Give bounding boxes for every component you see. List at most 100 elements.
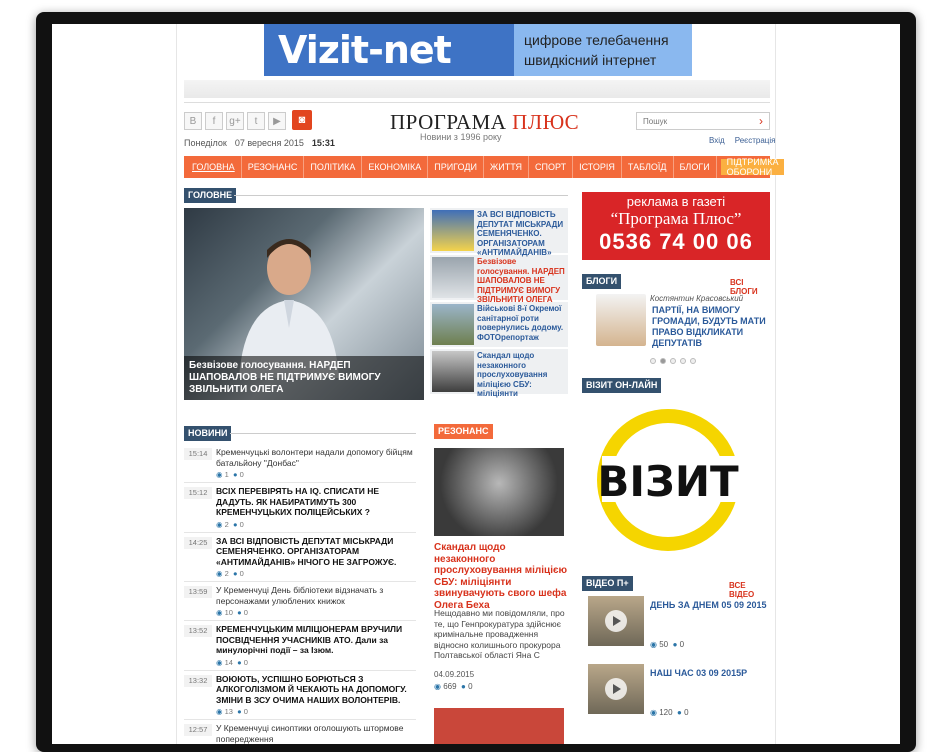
nav-tabloid[interactable]: ТАБЛОЇД [622, 156, 674, 178]
news-item[interactable]: 14:25 ЗА ВСІ ВІДПОВІСТЬ ДЕПУТАТ МІСЬКРАД… [184, 533, 416, 582]
slider-dot[interactable] [650, 358, 656, 364]
comments-icon: ● [232, 519, 238, 529]
section-label-news[interactable]: НОВИНИ [184, 426, 232, 441]
nav-resonance[interactable]: РЕЗОНАНС [242, 156, 305, 178]
side-story-title: Скандал щодо незаконного прослуховування… [477, 351, 548, 398]
newspaper-ad[interactable]: реклама в газеті “Програма Плюс” 0536 74… [582, 192, 770, 260]
news-item[interactable]: 13:52 КРЕМЕНЧУЦЬКИМ МІЛІЦІОНЕРАМ ВРУЧИЛИ… [184, 621, 416, 671]
video-meta: ◉ 50 ● 0 [650, 640, 684, 649]
section-divider [230, 433, 416, 434]
video-item[interactable]: НАШ ЧАС 03 09 2015Р ◉ 120 ● 0 [582, 664, 770, 720]
news-item[interactable]: 13:32 ВОЮЮТЬ, УСПІШНО БОРЮТЬСЯ З АЛКОГОЛ… [184, 671, 416, 720]
news-views: 2 [224, 569, 229, 578]
vk-icon[interactable]: В [184, 112, 202, 130]
current-date: 07 вересня 2015 [234, 138, 304, 148]
blog-author: Костянтин Красовський [650, 294, 744, 303]
section-label-vizit[interactable]: ВІЗИТ ОН-ЛАЙН [582, 378, 662, 393]
views-icon: ◉ [216, 657, 223, 667]
banner-line1: цифрове телебачення [524, 32, 669, 48]
twitter-icon[interactable]: t [247, 112, 265, 130]
facebook-icon[interactable]: f [205, 112, 223, 130]
slider-dot[interactable] [660, 358, 666, 364]
views-icon: ◉ [216, 519, 223, 529]
nav-defense-support[interactable]: ПІДТРИМКА ОБОРОНИ [720, 157, 785, 177]
comments-icon: ● [461, 682, 466, 691]
news-title[interactable]: КРЕМЕНЧУЦЬКИМ МІЛІЦІОНЕРАМ ВРУЧИЛИ ПОСВІ… [216, 624, 416, 656]
register-link[interactable]: Реєстрація [735, 136, 776, 145]
news-views: 14 [224, 657, 233, 667]
news-meta: ◉ 13 ● 0 [216, 707, 416, 716]
nav-sport[interactable]: СПОРТ [529, 156, 574, 178]
hero-story[interactable]: Безвізове голосування. НАРДЕП ШАПОВАЛОВ … [184, 208, 424, 400]
slider-dot[interactable] [680, 358, 686, 364]
news-views: 13 [224, 707, 233, 716]
news-title[interactable]: ВСІХ ПЕРЕВІРЯТЬ НА IQ. СПИСАТИ НЕ ДАДУТЬ… [216, 486, 416, 518]
nav-home[interactable]: ГОЛОВНА [186, 156, 242, 178]
top-banner-ad[interactable]: Vizit-net цифрове телебачення швидкісний… [264, 24, 692, 76]
vizit-player[interactable]: ВІЗИТ [582, 400, 770, 560]
search-submit-icon[interactable]: › [753, 113, 769, 129]
rss-icon[interactable]: ◙ [292, 110, 312, 130]
youtube-icon[interactable]: ▶ [268, 112, 286, 130]
ad-line2: “Програма Плюс” [610, 209, 742, 228]
nav-incidents[interactable]: ПРИГОДИ [428, 156, 484, 178]
play-icon[interactable] [605, 610, 627, 632]
side-story[interactable]: Скандал щодо незаконного прослуховування… [430, 349, 568, 398]
login-link[interactable]: Вхід [709, 136, 725, 145]
video-title[interactable]: НАШ ЧАС 03 09 2015Р [650, 668, 747, 678]
side-story-title: ЗА ВСІ ВІДПОВІСТЬ ДЕПУТАТ МІСЬКРАДИ СЕМЕ… [477, 210, 564, 257]
search-box: › [636, 112, 770, 130]
news-item[interactable]: 13:59 У Кременчуці День бібліотеки відзн… [184, 582, 416, 621]
news-item[interactable]: 15:14 Кременчуцькі волонтери надали допо… [184, 444, 416, 483]
news-title[interactable]: У Кременчуці День бібліотеки відзначать … [216, 585, 416, 606]
section-label-main[interactable]: ГОЛОВНЕ [184, 188, 237, 203]
resonance-title[interactable]: Скандал щодо незаконного прослуховування… [434, 542, 568, 611]
views-icon: ◉ [650, 708, 657, 717]
side-story-title: Військові 8-ї Окремої санітарної роти по… [477, 304, 564, 342]
banner-slogan: цифрове телебачення швидкісний інтернет [514, 24, 692, 76]
slider-dot[interactable] [670, 358, 676, 364]
nav-economy[interactable]: ЕКОНОМІКА [362, 156, 429, 178]
blog-title[interactable]: ПАРТІЇ, НА ВИМОГУ ГРОМАДИ, БУДУТЬ МАТИ П… [652, 305, 768, 349]
side-story[interactable]: Військові 8-ї Окремої санітарної роти по… [430, 302, 568, 347]
section-label-blogs[interactable]: БЛОГИ [582, 274, 622, 289]
news-title[interactable]: ЗА ВСІ ВІДПОВІСТЬ ДЕПУТАТ МІСЬКРАДИ СЕМЕ… [216, 536, 416, 568]
news-comments: 0 [243, 657, 248, 667]
section-label-video[interactable]: ВІДЕО П+ [582, 576, 633, 591]
video-meta: ◉ 120 ● 0 [650, 708, 689, 717]
gray-band [184, 80, 770, 98]
video-item[interactable]: ДЕНЬ ЗА ДНЕМ 05 09 2015 ◉ 50 ● 0 [582, 596, 770, 652]
comments-icon: ● [677, 708, 682, 717]
ad-line1: реклама в газеті [626, 194, 726, 209]
news-title[interactable]: У Кременчуці синоптики оголошують штормо… [216, 723, 416, 744]
video-title[interactable]: ДЕНЬ ЗА ДНЕМ 05 09 2015 [650, 600, 766, 610]
comments-icon: ● [672, 640, 678, 649]
side-stories: ЗА ВСІ ВІДПОВІСТЬ ДЕПУТАТ МІСЬКРАДИ СЕМЕ… [430, 208, 568, 398]
video-comments: 0 [679, 640, 685, 649]
slider-dot[interactable] [690, 358, 696, 364]
banner-logo: Vizit-net [278, 28, 452, 72]
browser-viewport: Vizit-net цифрове телебачення швидкісний… [52, 24, 900, 744]
blog-author-avatar[interactable] [596, 294, 646, 346]
news-time: 13:32 [184, 674, 212, 687]
nav-blogs[interactable]: БЛОГИ [674, 156, 717, 178]
google-plus-icon[interactable]: g+ [226, 112, 244, 130]
nav-history[interactable]: ІСТОРІЯ [573, 156, 622, 178]
resonance-date: 04.09.2015 [434, 670, 475, 679]
site-subtitle: Новини з 1996 року [420, 132, 502, 142]
news-title[interactable]: ВОЮЮТЬ, УСПІШНО БОРЮТЬСЯ З АЛКОГОЛІЗМОМ … [216, 674, 416, 706]
section-label-resonance[interactable]: РЕЗОНАНС [434, 424, 493, 439]
play-icon[interactable] [605, 678, 627, 700]
news-item[interactable]: 12:57 У Кременчуці синоптики оголошують … [184, 720, 416, 744]
side-story[interactable]: ЗА ВСІ ВІДПОВІСТЬ ДЕПУТАТ МІСЬКРАДИ СЕМЕ… [430, 208, 568, 257]
search-input[interactable] [637, 113, 753, 129]
resonance-photo-next[interactable] [434, 708, 564, 744]
news-comments: 0 [239, 519, 244, 529]
news-title[interactable]: Кременчуцькі волонтери надали допомогу б… [216, 447, 416, 468]
nav-politics[interactable]: ПОЛІТИКА [304, 156, 363, 178]
nav-life[interactable]: ЖИТТЯ [484, 156, 529, 178]
resonance-photo[interactable] [434, 448, 564, 536]
blog-slider-dots [650, 358, 696, 364]
news-item[interactable]: 15:12 ВСІХ ПЕРЕВІРЯТЬ НА IQ. СПИСАТИ НЕ … [184, 483, 416, 533]
side-story[interactable]: Безвізове голосування. НАРДЕП ШАПОВАЛОВ … [430, 255, 568, 304]
